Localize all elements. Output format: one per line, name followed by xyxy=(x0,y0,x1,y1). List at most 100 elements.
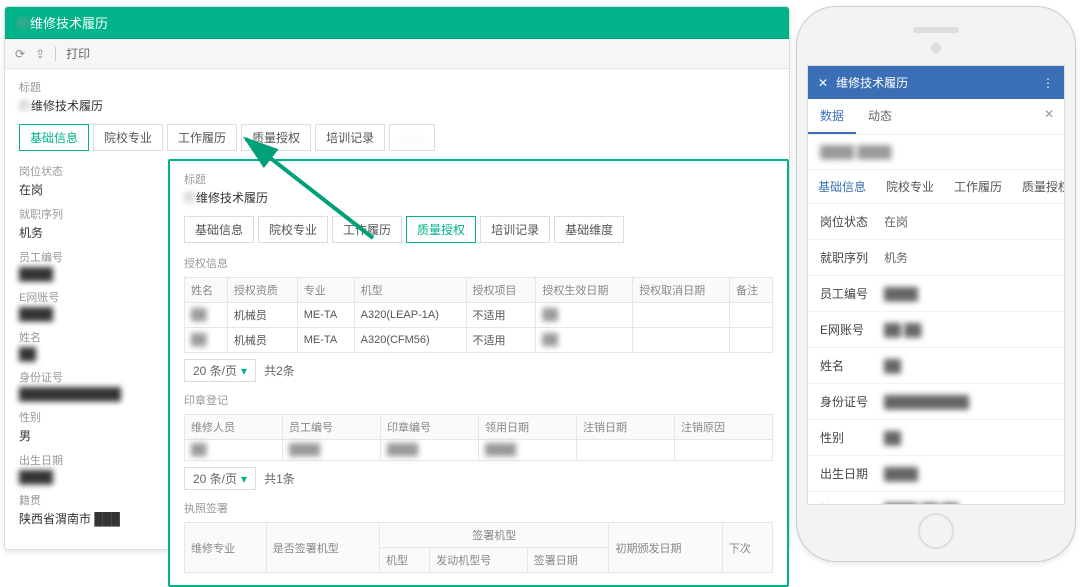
list-item: 出生日期████ xyxy=(808,456,1064,492)
side-fields: 岗位状态在岗 就职序列机务 员工编号████ E网账号████ 姓名██ 身份证… xyxy=(19,163,159,527)
cell: ██ xyxy=(536,303,633,328)
seal-reg-title: 印章登记 xyxy=(184,392,773,408)
share-icon[interactable]: ⇪ xyxy=(35,47,45,61)
app-inner-tabs[interactable]: 基础信息 院校专业 工作履历 质量授权 培 xyxy=(808,169,1064,204)
field-value: ██████████ xyxy=(884,395,969,409)
table-row[interactable]: ██ 机械员 ME-TA A320(LEAP-1A) 不适用 ██ xyxy=(185,303,773,328)
cell xyxy=(675,440,773,461)
title-value: 的维修技术履历 xyxy=(184,189,773,206)
table-row[interactable]: ██ ████ ████ ████ xyxy=(185,440,773,461)
title-value-prefix: 的 xyxy=(19,99,31,113)
print-button[interactable]: 打印 xyxy=(66,45,90,62)
cell: 不适用 xyxy=(466,303,536,328)
field-label: 岗位状态 xyxy=(19,163,159,179)
window-toolbar: ⟳ ⇪ 打印 xyxy=(5,39,789,69)
phone-screen: ✕ 维修技术履历 ⋮ 数据 动态 ✕ ████ ████ 基础信息 院校专业 工… xyxy=(807,65,1065,505)
list-item: 身份证号██████████ xyxy=(808,384,1064,420)
th: 是否签署机型 xyxy=(266,523,379,573)
tab-more[interactable]: …… xyxy=(389,124,435,151)
tab-training[interactable]: 培训记录 xyxy=(480,216,550,243)
tab-basic-info[interactable]: 基础信息 xyxy=(184,216,254,243)
tab-quality-auth[interactable]: 质量授权 xyxy=(406,216,476,243)
cell xyxy=(633,328,730,353)
th: 注销日期 xyxy=(577,415,675,440)
field-value: ██ xyxy=(884,359,901,373)
field-value: ██ ██ xyxy=(884,323,921,337)
th: 授权资质 xyxy=(227,278,297,303)
th: 维修人员 xyxy=(185,415,283,440)
cell: ████ xyxy=(479,440,577,461)
th: 注销原因 xyxy=(675,415,773,440)
th: 机型 xyxy=(354,278,466,303)
inner-tab-quality-auth[interactable]: 质量授权 xyxy=(1012,170,1064,203)
chevron-down-icon: ▾ xyxy=(241,364,247,378)
th: 专业 xyxy=(297,278,354,303)
auth-info-title: 授权信息 xyxy=(184,255,773,271)
close-icon[interactable]: ✕ xyxy=(1034,99,1064,134)
field-label: 姓名 xyxy=(19,329,159,345)
pager-total: 共1条 xyxy=(264,470,295,487)
field-label: 出生日期 xyxy=(19,452,159,468)
inner-tab-education[interactable]: 院校专业 xyxy=(876,170,944,203)
app-subtitle: ████ ████ xyxy=(808,135,1064,169)
field-label: 员工编号 xyxy=(820,285,884,302)
page-size-select[interactable]: 20 条/页 ▾ xyxy=(184,467,256,490)
list-item: E网账号██ ██ xyxy=(808,312,1064,348)
cell: ME-TA xyxy=(297,303,354,328)
toolbar-separator xyxy=(55,47,56,61)
th: 签署机型 xyxy=(380,523,609,548)
inner-tab-basic-info[interactable]: 基础信息 xyxy=(808,170,876,203)
list-item: 岗位状态在岗 xyxy=(808,204,1064,240)
cell: ME-TA xyxy=(297,328,354,353)
pager: 20 条/页 ▾ 共2条 xyxy=(184,359,773,382)
cell xyxy=(633,303,730,328)
license-sign-table: 维修专业 是否签署机型 签署机型 初期颁发日期 下次 机型 发动机型号 签署日期 xyxy=(184,522,773,573)
field-value: 机务 xyxy=(19,224,159,241)
cell: 机械员 xyxy=(227,328,297,353)
tab-training[interactable]: 培训记录 xyxy=(315,124,385,151)
table-row[interactable]: ██ 机械员 ME-TA A320(CFM56) 不适用 ██ xyxy=(185,328,773,353)
window-title: 维修技术履历 xyxy=(30,16,108,31)
th: 授权项目 xyxy=(466,278,536,303)
field-label: 性别 xyxy=(19,409,159,425)
detail-tabs: 基础信息 院校专业 工作履历 质量授权 培训记录 基础维度 xyxy=(184,216,773,243)
title-value-prefix: 的 xyxy=(184,191,196,205)
tab-activity[interactable]: 动态 xyxy=(856,99,904,134)
tab-education[interactable]: 院校专业 xyxy=(93,124,163,151)
tab-data[interactable]: 数据 xyxy=(808,99,856,134)
field-value: ████ xyxy=(19,267,159,281)
tab-basic-info[interactable]: 基础信息 xyxy=(19,124,89,151)
inner-tab-work-history[interactable]: 工作履历 xyxy=(944,170,1012,203)
title-value-suffix: 维修技术履历 xyxy=(196,191,268,205)
list-item: 姓名██ xyxy=(808,348,1064,384)
tab-quality-auth[interactable]: 质量授权 xyxy=(241,124,311,151)
more-icon[interactable]: ⋮ xyxy=(1042,76,1054,90)
th: 维修专业 xyxy=(185,523,267,573)
field-value: ████ xyxy=(19,470,159,484)
cell: A320(CFM56) xyxy=(354,328,466,353)
cell: ██ xyxy=(185,303,228,328)
th: 领用日期 xyxy=(479,415,577,440)
refresh-icon[interactable]: ⟳ xyxy=(15,47,25,61)
page-size-select[interactable]: 20 条/页 ▾ xyxy=(184,359,256,382)
cell: A320(LEAP-1A) xyxy=(354,303,466,328)
pager: 20 条/页 ▾ 共1条 xyxy=(184,467,773,490)
tab-basic-dimension[interactable]: 基础维度 xyxy=(554,216,624,243)
close-icon[interactable]: ✕ xyxy=(818,76,828,90)
field-value: 男 xyxy=(19,427,159,444)
app-top-tabs: 数据 动态 ✕ xyxy=(808,99,1064,135)
title-prefix: 的 xyxy=(17,16,30,31)
field-label: 身份证号 xyxy=(820,393,884,410)
th: 下次 xyxy=(722,523,772,573)
phone-home-button[interactable] xyxy=(918,513,954,549)
field-value: 在岗 xyxy=(884,213,908,230)
field-label: 身份证号 xyxy=(19,369,159,385)
cell xyxy=(730,328,773,353)
tab-work-history[interactable]: 工作履历 xyxy=(332,216,402,243)
tab-work-history[interactable]: 工作履历 xyxy=(167,124,237,151)
title-label: 标题 xyxy=(184,171,773,187)
cell: ████ xyxy=(381,440,479,461)
cell: 不适用 xyxy=(466,328,536,353)
field-label: 员工编号 xyxy=(19,249,159,265)
tab-education[interactable]: 院校专业 xyxy=(258,216,328,243)
